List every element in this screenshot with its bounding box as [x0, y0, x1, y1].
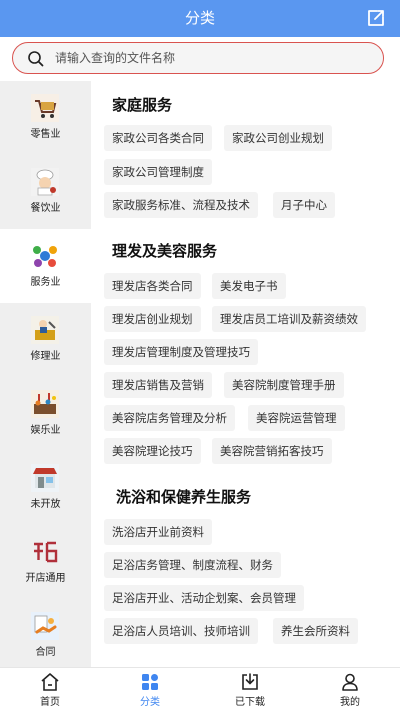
tag-item[interactable]: 洗浴店开业前资料	[104, 519, 212, 545]
tab-home[interactable]: 首页	[0, 668, 100, 711]
section-title-beauty-service: 理发及美容服务	[112, 242, 218, 260]
tag-item[interactable]: 理发店创业规划	[104, 306, 201, 332]
sidebar-item-label: 服务业	[30, 277, 61, 288]
download-icon	[242, 673, 258, 690]
tag-item[interactable]: 月子中心	[273, 192, 335, 218]
user-icon	[342, 673, 358, 691]
search-area	[0, 37, 400, 81]
sidebar-item-label: 修理业	[30, 351, 61, 362]
tab-label: 首页	[40, 697, 60, 708]
search-input[interactable]	[55, 43, 375, 72]
search-bar[interactable]	[12, 42, 384, 74]
sidebar-item-catering[interactable]: 餐饮业	[0, 155, 91, 229]
search-icon	[28, 51, 44, 67]
tag-item[interactable]: 理发店销售及营销	[104, 372, 212, 398]
section-title-bath-health: 洗浴和保健养生服务	[116, 488, 252, 506]
tag-item[interactable]: 家政公司各类合同	[104, 125, 212, 151]
handshake-icon	[31, 612, 59, 640]
tag-item[interactable]: 理发店管理制度及管理技巧	[104, 339, 258, 365]
tab-label: 已下载	[235, 697, 265, 708]
sidebar-item-label: 合同	[35, 647, 56, 658]
sidebar-item-repair[interactable]: 修理业	[0, 303, 91, 377]
tag-item[interactable]: 美发电子书	[212, 273, 286, 299]
tag-item[interactable]: 足浴店开业、活动企划案、会员管理	[104, 585, 304, 611]
open-store-icon	[34, 541, 58, 563]
sidebar-item-label: 娱乐业	[30, 425, 61, 436]
sidebar-item-label: 零售业	[30, 129, 61, 140]
tag-item[interactable]: 养生会所资料	[273, 618, 358, 644]
sidebar-item-not-open[interactable]: 未开放	[0, 451, 91, 525]
sidebar-item-label: 未开放	[30, 499, 61, 510]
tag-item[interactable]: 美容院理论技巧	[104, 438, 201, 464]
bottom-tab-bar: 首页 分类 已下载 我的	[0, 667, 400, 711]
sidebar-item-entertainment[interactable]: 娱乐业	[0, 377, 91, 451]
tag-item[interactable]: 足浴店务管理、制度流程、财务	[104, 552, 281, 578]
tag-item[interactable]: 家政公司管理制度	[104, 159, 212, 185]
service-icon	[33, 246, 57, 267]
tag-item[interactable]: 美容院运营管理	[248, 405, 345, 431]
share-icon[interactable]	[366, 8, 386, 28]
sidebar-item-contract[interactable]: 合同	[0, 599, 91, 667]
tab-label: 分类	[140, 697, 160, 708]
tag-item[interactable]: 理发店员工培训及薪资绩效	[212, 306, 366, 332]
sidebar-item-store-general[interactable]: 开店通用	[0, 525, 91, 599]
tag-item[interactable]: 美容院营销拓客技巧	[212, 438, 332, 464]
category-content: 家庭服务 家政公司各类合同 家政公司创业规划 家政公司管理制度 家政服务标准、流…	[91, 81, 400, 667]
sidebar-item-label: 餐饮业	[30, 203, 61, 214]
tag-item[interactable]: 理发店各类合同	[104, 273, 201, 299]
page-title: 分类	[184, 9, 215, 27]
tab-mine[interactable]: 我的	[300, 668, 400, 711]
tag-item[interactable]: 美容院制度管理手册	[224, 372, 344, 398]
sidebar-item-retail[interactable]: 零售业	[0, 81, 91, 155]
category-sidebar: 零售业 餐饮业 服务业 修理业 娱乐业 未开放 开店通用 合同	[0, 81, 91, 667]
chef-icon	[31, 168, 59, 196]
tag-item[interactable]: 家政服务标准、流程及技术	[104, 192, 258, 218]
tab-category[interactable]: 分类	[100, 668, 200, 711]
category-icon	[142, 674, 158, 690]
sidebar-item-label: 开店通用	[25, 573, 66, 584]
tab-label: 我的	[340, 697, 360, 708]
tab-downloaded[interactable]: 已下载	[200, 668, 300, 711]
home-icon	[41, 673, 59, 691]
tag-item[interactable]: 足浴店人员培训、技师培训	[104, 618, 258, 644]
tag-item[interactable]: 美容院店务管理及分析	[104, 405, 235, 431]
cart-icon	[31, 94, 59, 122]
tag-item[interactable]: 家政公司创业规划	[224, 125, 332, 151]
music-icon	[31, 390, 59, 418]
top-bar: 分类	[0, 0, 400, 37]
sidebar-item-service[interactable]: 服务业	[0, 229, 91, 303]
repair-icon	[31, 316, 59, 344]
shop-icon	[31, 464, 59, 492]
section-title-home-service: 家庭服务	[112, 96, 173, 114]
